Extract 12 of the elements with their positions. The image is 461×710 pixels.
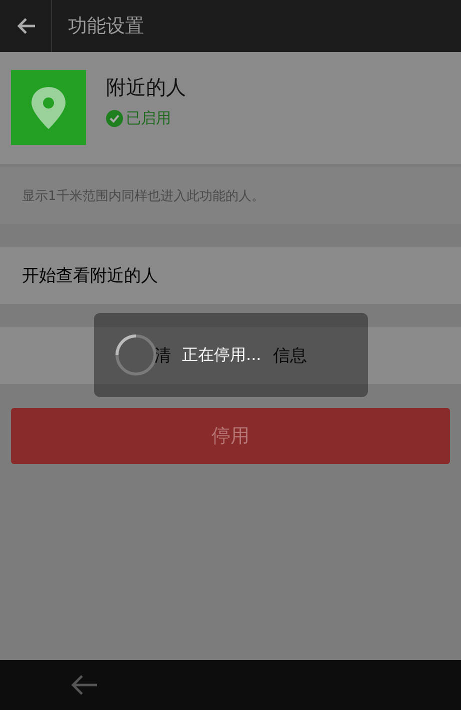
menu-item-text[interactable]: 清 [154,344,171,367]
window-title: 功能设置 [68,14,144,39]
menu-item[interactable]: 开始查看附近的人 [0,247,461,304]
feature-name: 附近的人 [106,74,186,101]
back-arrow-icon [70,674,98,696]
toast-message: 正在停用... [182,344,262,366]
back-arrow-icon [16,17,36,35]
menu-item-text[interactable]: 信息 [273,344,307,367]
status-label: 已启用 [126,109,171,128]
description-text: 显示1千米范围内同样也进入此功能的人。 [22,188,264,204]
disable-button[interactable]: 停用 [11,408,450,464]
location-pin-icon [11,70,86,145]
